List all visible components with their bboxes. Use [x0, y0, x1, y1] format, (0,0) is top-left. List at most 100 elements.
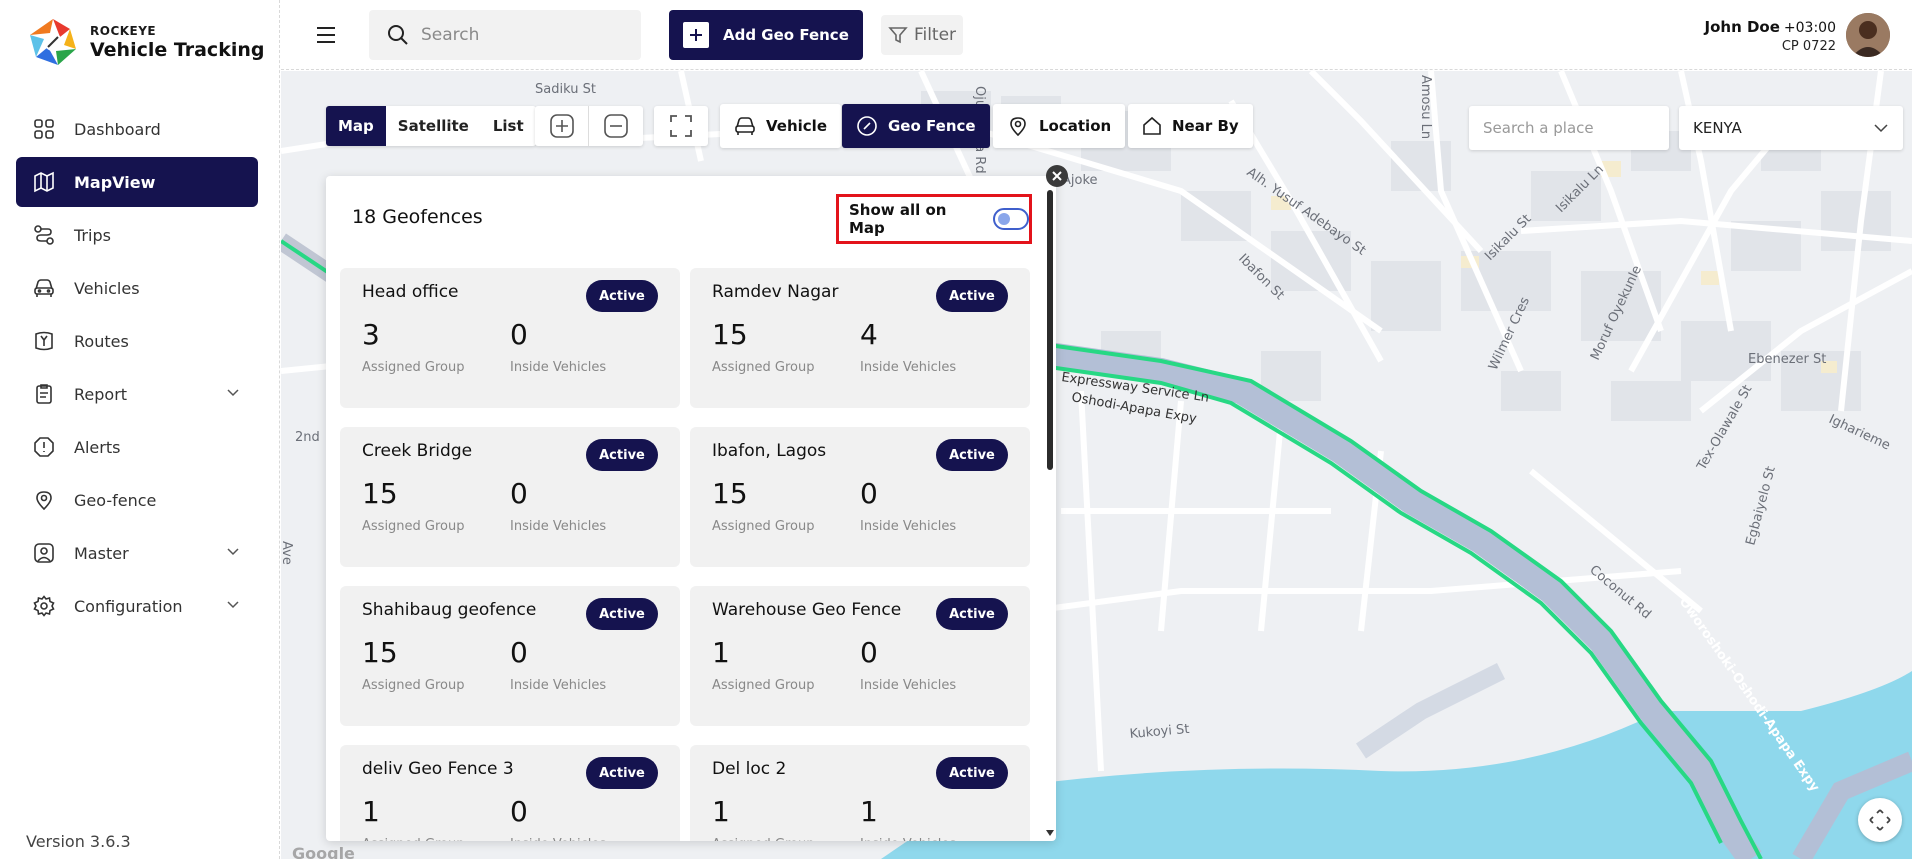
search-icon [388, 25, 408, 45]
status-badge: Active [936, 757, 1008, 789]
geofence-card[interactable]: Del loc 2 Active 1 1 Assigned Group Insi… [690, 745, 1030, 841]
sidebar: ROCKEYE Vehicle Tracking Dashboard MapVi… [0, 0, 280, 859]
assigned-group-count: 15 [362, 636, 398, 669]
sidebar-item-label: Configuration [74, 596, 183, 616]
fullscreen-button[interactable] [654, 106, 708, 146]
brand-small-text: ROCKEYE [90, 23, 157, 38]
sidebar-item-label: MapView [74, 172, 156, 192]
street-label: Ebenezer St [1748, 352, 1826, 367]
inside-vehicles-count: 0 [860, 477, 878, 510]
assigned-group-count: 15 [712, 318, 748, 351]
sidebar-item-configuration[interactable]: Configuration [16, 581, 258, 631]
toggle-knob [998, 213, 1011, 225]
search-box[interactable] [369, 10, 641, 60]
geofence-name: Head office [362, 282, 459, 302]
inside-vehicles-label: Inside Vehicles [510, 837, 606, 841]
status-badge: Active [936, 280, 1008, 312]
assigned-group-label: Assigned Group [712, 519, 815, 534]
sidebar-item-label: Routes [74, 331, 129, 351]
sidebar-item-label: Dashboard [74, 119, 161, 139]
inside-vehicles-label: Inside Vehicles [510, 519, 607, 534]
brand[interactable]: ROCKEYE Vehicle Tracking [26, 14, 266, 70]
assigned-group-label: Assigned Group [362, 519, 465, 534]
search-input[interactable] [421, 25, 621, 45]
panel-scrollbar[interactable] [1047, 190, 1053, 470]
vehicle-filter-button[interactable]: Vehicle [720, 104, 841, 148]
sidebar-item-mapview[interactable]: MapView [16, 157, 258, 207]
rockeye-logo-icon [30, 19, 76, 65]
search-place-input[interactable]: Search a place [1469, 106, 1669, 150]
zoom-controls [535, 106, 643, 146]
inside-vehicles-count: 0 [860, 636, 878, 669]
avatar[interactable] [1846, 13, 1890, 57]
geofence-name: Shahibaug geofence [362, 600, 537, 620]
close-panel-button[interactable] [1046, 165, 1068, 187]
location-pin-icon [32, 488, 56, 512]
assigned-group-label: Assigned Group [712, 360, 815, 375]
chevron-down-icon [227, 548, 239, 556]
geofence-card[interactable]: Warehouse Geo Fence Active 1 0 Assigned … [690, 586, 1030, 726]
geofence-card[interactable]: deliv Geo Fence 3 Active 1 0 Assigned Gr… [340, 745, 680, 841]
chevron-down-icon [227, 601, 239, 609]
assigned-group-count: 1 [712, 636, 730, 669]
street-label: Ave [281, 541, 294, 565]
geofence-card[interactable]: Ramdev Nagar Active 15 4 Assigned Group … [690, 268, 1030, 408]
status-badge: Active [586, 439, 658, 471]
sidebar-item-trips[interactable]: Trips [16, 210, 258, 260]
map-type-satellite-button[interactable]: Satellite [386, 106, 481, 146]
vehicle-filter-label: Vehicle [766, 117, 827, 135]
assigned-group-label: Assigned Group [362, 360, 465, 375]
user-icon [32, 541, 56, 565]
user-profile[interactable]: John Doe +03:00 CP 0722 [1705, 12, 1890, 58]
map-icon [32, 170, 56, 194]
geofence-card[interactable]: Shahibaug geofence Active 15 0 Assigned … [340, 586, 680, 726]
geofence-card[interactable]: Head office Active 3 0 Assigned Group In… [340, 268, 680, 408]
scroll-down-arrow-icon[interactable] [1045, 829, 1055, 837]
country-select[interactable]: KENYA [1679, 106, 1903, 150]
inside-vehicles-label: Inside Vehicles [510, 678, 607, 693]
status-badge: Active [936, 598, 1008, 630]
location-filter-button[interactable]: Location [993, 104, 1126, 148]
sidebar-item-master[interactable]: Master [16, 528, 258, 578]
filter-icon [888, 27, 908, 44]
hamburger-menu-icon[interactable] [315, 24, 337, 46]
home-icon [1143, 116, 1161, 135]
show-all-toggle[interactable] [993, 208, 1029, 230]
sidebar-item-alerts[interactable]: Alerts [16, 422, 258, 472]
geofence-card[interactable]: Ibafon, Lagos Active 15 0 Assigned Group… [690, 427, 1030, 567]
add-geo-fence-button[interactable]: Add Geo Fence [669, 10, 863, 60]
inside-vehicles-count: 0 [510, 318, 528, 351]
inside-vehicles-label: Inside Vehicles [860, 837, 956, 841]
zoom-out-button[interactable] [589, 106, 643, 146]
inside-vehicles-label: Inside Vehicles [860, 519, 957, 534]
recenter-button[interactable] [1858, 798, 1902, 842]
geofence-name: deliv Geo Fence 3 [362, 759, 514, 779]
sidebar-item-label: Report [74, 384, 128, 404]
map-type-list-button[interactable]: List [481, 106, 536, 146]
sidebar-item-label: Master [74, 543, 129, 563]
report-icon [32, 382, 56, 406]
status-badge: Active [936, 439, 1008, 471]
geo-fence-filter-button[interactable]: Geo Fence [842, 104, 990, 148]
routes-icon [32, 329, 56, 353]
sidebar-item-geo-fence[interactable]: Geo-fence [16, 475, 258, 525]
near-by-filter-button[interactable]: Near By [1128, 104, 1253, 148]
geofence-count-title: 18 Geofences [352, 206, 483, 228]
sidebar-item-vehicles[interactable]: Vehicles [16, 263, 258, 313]
sidebar-item-report[interactable]: Report [16, 369, 258, 419]
inside-vehicles-count: 4 [860, 318, 878, 351]
assigned-group-label: Assigned Group [362, 678, 465, 693]
filter-button[interactable]: Filter [881, 15, 963, 55]
dashboard-icon [32, 117, 56, 141]
brand-name: Vehicle Tracking [90, 38, 265, 61]
sidebar-item-dashboard[interactable]: Dashboard [16, 104, 258, 154]
zoom-in-button[interactable] [535, 106, 589, 146]
status-badge: Active [586, 280, 658, 312]
minus-icon [604, 114, 628, 138]
sidebar-item-routes[interactable]: Routes [16, 316, 258, 366]
chevron-down-icon [1874, 124, 1888, 133]
inside-vehicles-count: 1 [860, 795, 878, 828]
map-type-map-button[interactable]: Map [326, 106, 386, 146]
trips-icon [32, 223, 56, 247]
geofence-card[interactable]: Creek Bridge Active 15 0 Assigned Group … [340, 427, 680, 567]
